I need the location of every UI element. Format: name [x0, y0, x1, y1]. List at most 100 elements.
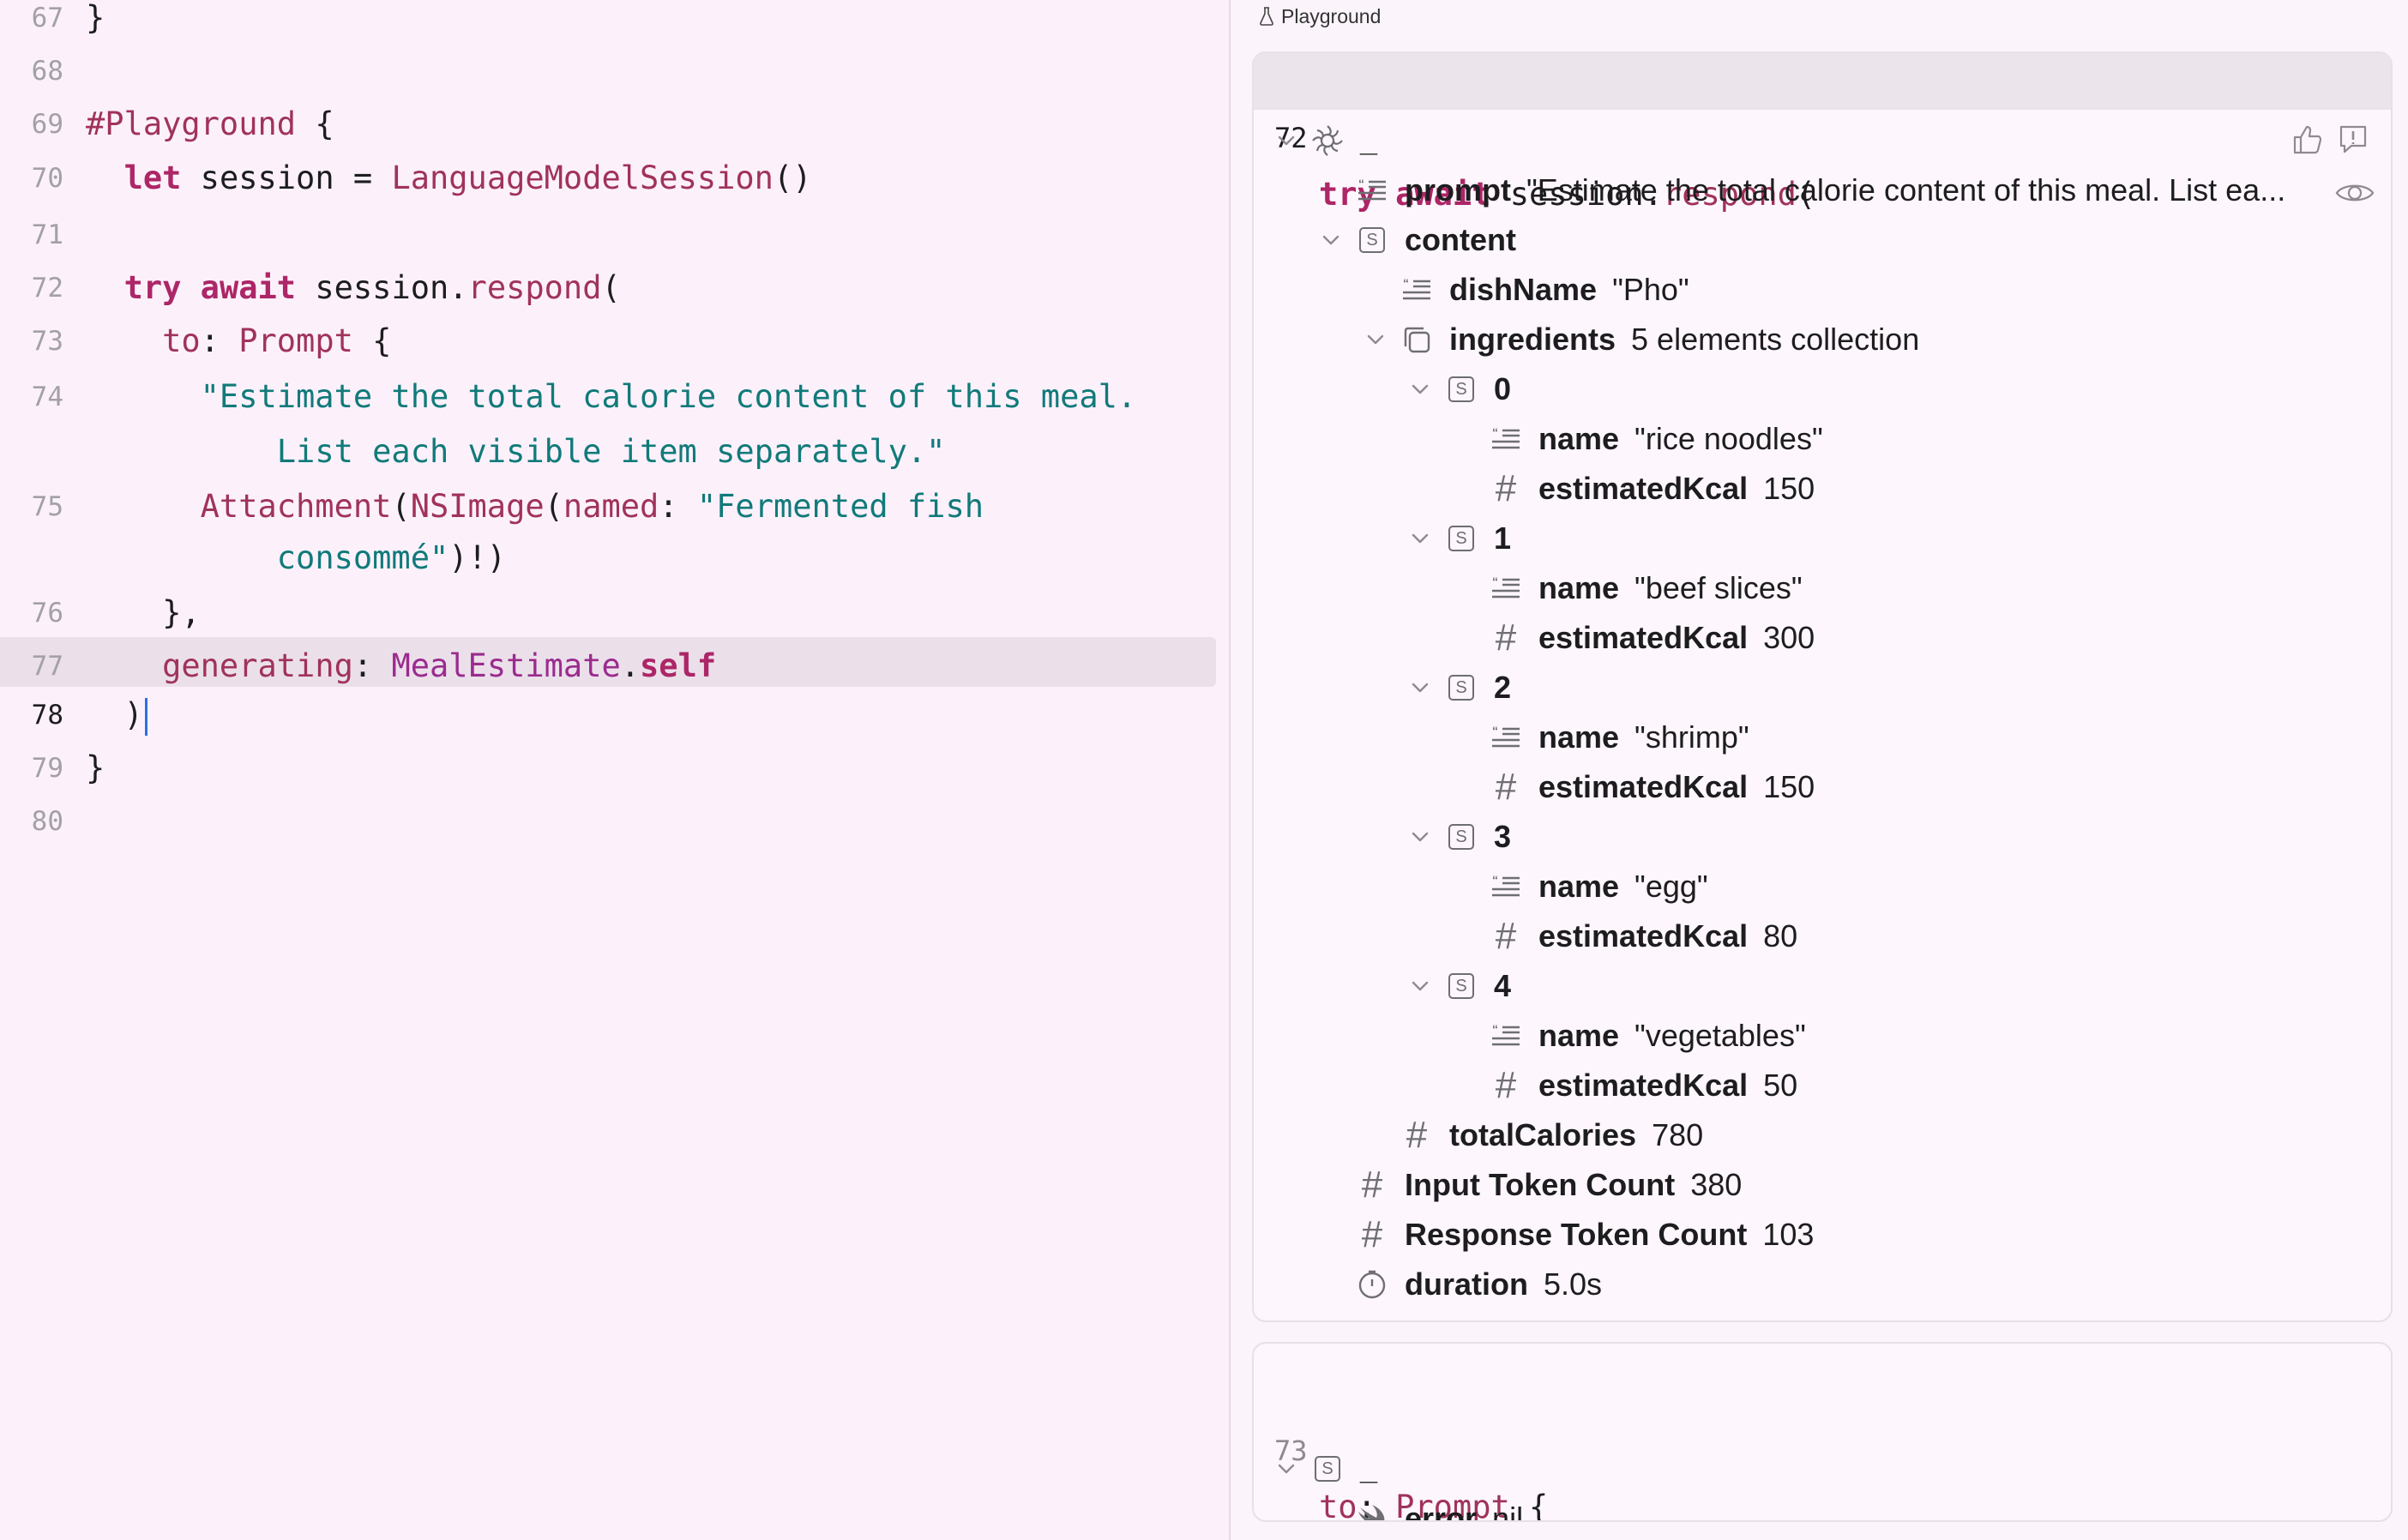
tree-row[interactable]: # estimatedKcal 150	[1489, 762, 1815, 812]
tree-row[interactable]: “ name "egg"	[1489, 862, 1708, 911]
row-value: "beef slices"	[1634, 570, 1803, 605]
code-text[interactable]: "Estimate the total calorie content of t…	[86, 372, 1137, 422]
code-line[interactable]: consommé")!)	[0, 533, 1228, 583]
disclosure-chevron-icon[interactable]	[1408, 676, 1432, 700]
tree-row[interactable]: “ name "shrimp"	[1489, 713, 1749, 762]
code-line[interactable]: 77 generating: MealEstimate.self	[0, 641, 1228, 691]
tree-row[interactable]: S0	[1444, 364, 1526, 414]
row-label: Input Token Count	[1405, 1167, 1676, 1202]
svg-text:“: “	[1492, 873, 1498, 887]
svg-text:“: “	[1492, 425, 1498, 439]
tree-row[interactable]: “ name "rice noodles"	[1489, 414, 1823, 464]
tree-row[interactable]: error nil	[1355, 1494, 1523, 1520]
row-label: estimatedKcal	[1538, 620, 1749, 655]
disclosure-chevron-icon[interactable]	[1364, 328, 1388, 352]
code-text[interactable]: }	[86, 0, 105, 43]
code-text[interactable]: Attachment(NSImage(named: "Fermented fis…	[86, 482, 984, 532]
tree-row[interactable]: _	[1310, 116, 1393, 165]
tree-row[interactable]: “ name "beef slices"	[1489, 563, 1803, 613]
tree-row[interactable]: # estimatedKcal 300	[1489, 613, 1815, 663]
row-value: 103	[1762, 1217, 1815, 1252]
code-token: (	[391, 488, 411, 525]
code-text[interactable]: }	[86, 743, 105, 793]
tree-row[interactable]: S _	[1310, 1444, 1393, 1494]
number-icon: #	[1495, 617, 1517, 659]
code-text[interactable]: #Playground {	[86, 99, 334, 149]
disclosure-chevron-icon[interactable]	[1408, 825, 1432, 849]
tree-row[interactable]: S4	[1444, 961, 1526, 1011]
row-value: "shrimp"	[1634, 719, 1749, 755]
struct-icon: S	[1444, 820, 1478, 854]
tree-row[interactable]: Scontent	[1355, 215, 1532, 265]
code-line[interactable]: 72 try await session.respond(	[0, 263, 1228, 313]
row-label: prompt	[1405, 172, 1511, 208]
line-number: 69	[31, 109, 63, 140]
code-line[interactable]: 68	[0, 46, 1228, 96]
code-text[interactable]: let session = LanguageModelSession()	[86, 153, 812, 203]
struct-icon: S	[1310, 1452, 1345, 1486]
result-card-line-73[interactable]: 73 to: Prompt { S _ error nil	[1252, 1342, 2393, 1522]
code-line[interactable]: 80	[0, 797, 1228, 846]
code-line[interactable]: 71	[0, 210, 1228, 260]
string-icon: “	[1489, 1019, 1523, 1053]
tree-row[interactable]: S2	[1444, 663, 1526, 713]
tree-row[interactable]: S3	[1444, 812, 1526, 862]
number-icon: #	[1495, 915, 1517, 957]
tree-row[interactable]: duration 5.0s	[1355, 1260, 1602, 1309]
number-icon: #	[1406, 1114, 1428, 1156]
code-text[interactable]: )	[86, 690, 147, 740]
struct-icon: S	[1444, 372, 1478, 406]
thumbs-up-icon[interactable]	[2290, 122, 2324, 156]
row-label: name	[1538, 421, 1620, 456]
tree-row[interactable]: # estimatedKcal 50	[1489, 1061, 1797, 1110]
code-text[interactable]: to: Prompt {	[86, 316, 391, 366]
code-line[interactable]: 69 #Playground {	[0, 99, 1228, 149]
tree-row[interactable]: # Response Token Count 103	[1355, 1210, 1815, 1260]
tree-row[interactable]: # Input Token Count 380	[1355, 1160, 1743, 1210]
tree-row[interactable]: S1	[1444, 514, 1526, 563]
tree-row[interactable]: “ prompt "Estimate the total calorie conte…	[1355, 165, 2285, 215]
code-line[interactable]: 73 to: Prompt {	[0, 316, 1228, 366]
code-text[interactable]: try await session.respond(	[86, 263, 621, 313]
svg-text:“: “	[1492, 724, 1498, 737]
row-value: "Estimate the total calorie content of t…	[1526, 172, 2286, 208]
code-text[interactable]: List each visible item separately."	[86, 427, 946, 477]
disclosure-chevron-icon[interactable]	[1408, 377, 1432, 401]
code-line[interactable]: 70 let session = LanguageModelSession()	[0, 153, 1228, 203]
eye-icon[interactable]	[2334, 176, 2375, 210]
line-number: 80	[31, 806, 63, 837]
tree-row[interactable]: # totalCalories 780	[1400, 1110, 1703, 1160]
disclosure-chevron-icon[interactable]	[1274, 129, 1298, 153]
pane-divider[interactable]	[1229, 0, 1231, 1540]
code-editor[interactable]: 67} 68 69 #Playground {70 let session = Lan…	[0, 0, 1228, 1540]
code-text[interactable]: },	[86, 588, 201, 638]
row-value: 780	[1652, 1117, 1704, 1152]
number-icon: #	[1361, 1164, 1383, 1206]
code-line[interactable]: 76 },	[0, 588, 1228, 638]
code-text[interactable]: consommé")!)	[86, 533, 506, 583]
disclosure-chevron-icon[interactable]	[1408, 974, 1432, 998]
code-line[interactable]: 78 )	[0, 690, 1228, 740]
tree-row[interactable]: “ name "vegetables"	[1489, 1011, 1806, 1061]
tree-row[interactable]: “ dishName "Pho"	[1400, 265, 1689, 315]
code-line[interactable]: List each visible item separately."	[0, 427, 1228, 477]
code-line[interactable]: 74 "Estimate the total calorie content o…	[0, 372, 1228, 422]
tree-row[interactable]: # estimatedKcal 150	[1489, 464, 1815, 514]
number-icon: #	[1495, 766, 1517, 808]
feedback-icon[interactable]	[2336, 122, 2370, 156]
line-number: 75	[31, 491, 63, 522]
tree-row[interactable]: # estimatedKcal 80	[1489, 911, 1797, 961]
code-text[interactable]: generating: MealEstimate.self	[86, 641, 716, 691]
code-token: .	[620, 647, 641, 684]
tree-row[interactable]: ingredients 5 elements collection	[1400, 315, 1919, 364]
result-card-line-72[interactable]: 72 try await session.respond( _ “ prompt "E…	[1252, 51, 2393, 1322]
code-line[interactable]: 67}	[0, 0, 1228, 43]
disclosure-chevron-icon[interactable]	[1319, 228, 1343, 252]
row-label: 3	[1494, 819, 1512, 854]
disclosure-chevron-icon[interactable]	[1408, 526, 1432, 550]
row-value: 150	[1763, 471, 1815, 506]
line-number: 67	[31, 3, 63, 33]
code-line[interactable]: 79}	[0, 743, 1228, 793]
disclosure-chevron-icon[interactable]	[1274, 1457, 1298, 1481]
code-line[interactable]: 75 Attachment(NSImage(named: "Fermented …	[0, 482, 1228, 532]
